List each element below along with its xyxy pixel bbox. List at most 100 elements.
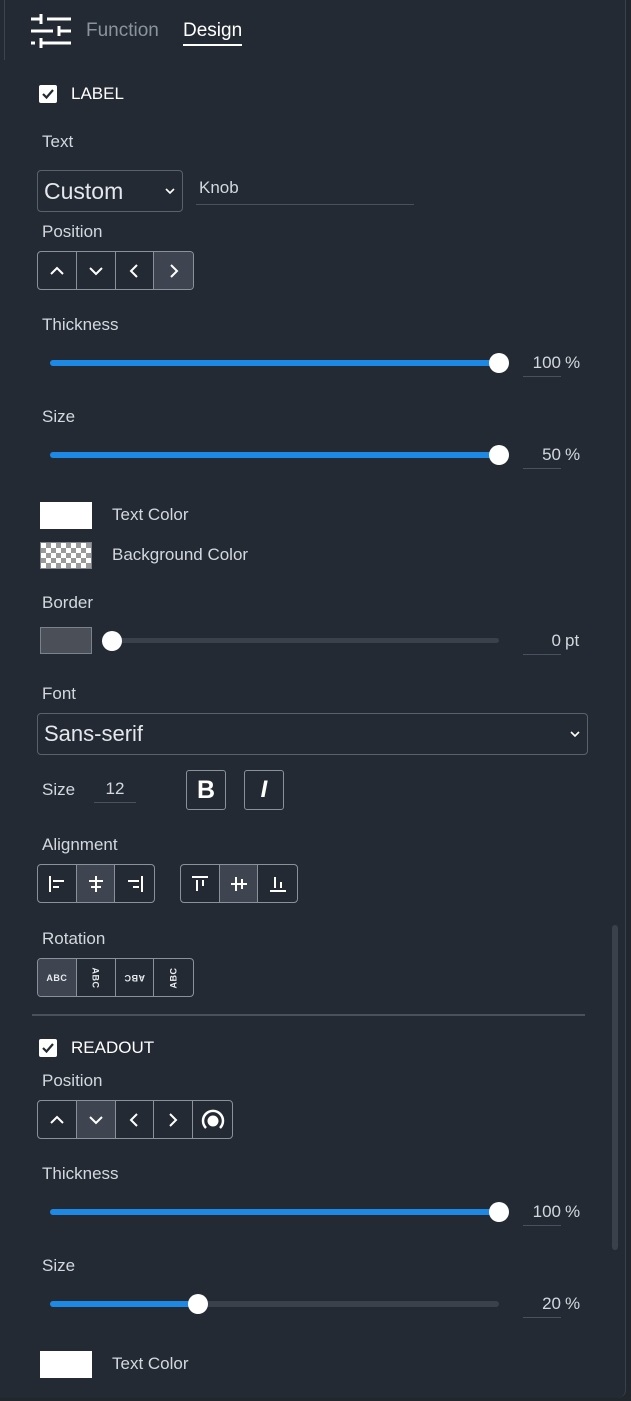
position-down-button[interactable]: [77, 252, 116, 289]
align-right-button[interactable]: [115, 865, 154, 902]
font-size-label: Size: [42, 780, 76, 799]
slider-fill: [50, 360, 499, 366]
chevron-up-icon: [50, 1115, 64, 1124]
rotation-180-text: ABC: [123, 972, 145, 983]
text-label: Text: [42, 132, 74, 151]
readout-position-center-button[interactable]: [193, 1101, 232, 1138]
label-position-group: [37, 251, 194, 290]
readout-position-group: [37, 1100, 233, 1139]
thickness-label: Thickness: [42, 315, 119, 334]
align-center-button[interactable]: [76, 865, 116, 902]
rotation-270-button[interactable]: ABC: [154, 959, 193, 996]
italic-button[interactable]: I: [244, 770, 284, 810]
label-thickness-slider[interactable]: [50, 353, 509, 373]
rotation-group: ABC ABC ABC ABC: [37, 958, 194, 997]
sliders-icon: [31, 13, 71, 49]
position-up-button[interactable]: [38, 252, 77, 289]
chevron-down-icon: [88, 266, 103, 275]
text-mode-value: Custom: [44, 177, 124, 204]
slider-thumb[interactable]: [489, 353, 509, 373]
align-right-icon: [127, 875, 143, 892]
percent-unit: %: [565, 445, 581, 464]
font-select[interactable]: Sans-serif: [37, 713, 588, 755]
slider-fill: [50, 1209, 499, 1215]
font-label: Font: [42, 684, 77, 703]
font-value: Sans-serif: [44, 721, 144, 746]
readout-section-title: READOUT: [71, 1038, 155, 1057]
slider-thumb[interactable]: [489, 445, 509, 465]
design-panel: Function Design LABEL Text Custom Knob P…: [0, 0, 626, 1398]
text-color-label: Text Color: [112, 505, 189, 524]
readout-size-slider[interactable]: [50, 1294, 499, 1314]
chevron-down-icon: [570, 731, 580, 738]
rotation-label: Rotation: [42, 929, 106, 948]
section-divider: [32, 1014, 585, 1016]
rotation-180-button[interactable]: ABC: [116, 959, 155, 996]
readout-position-label: Position: [42, 1071, 103, 1090]
slider-fill: [50, 1301, 199, 1307]
rotation-90-button[interactable]: ABC: [77, 959, 116, 996]
panel-left-divider: [4, 0, 5, 60]
chevron-down-icon: [165, 188, 175, 195]
percent-unit: %: [565, 353, 581, 372]
align-middle-button[interactable]: [219, 865, 259, 902]
slider-fill: [50, 452, 499, 458]
position-right-button[interactable]: [154, 252, 193, 289]
align-middle-icon: [230, 876, 247, 891]
check-icon: [42, 1043, 54, 1054]
align-bottom-icon: [269, 876, 286, 892]
readout-text-color-swatch[interactable]: [40, 1351, 92, 1378]
rotation-270-text: ABC: [168, 967, 179, 988]
percent-unit: %: [565, 1202, 581, 1221]
rotation-0-button[interactable]: ABC: [38, 959, 77, 996]
horizontal-alignment-group: [37, 864, 155, 903]
label-checkbox[interactable]: [39, 85, 57, 103]
align-bottom-button[interactable]: [258, 865, 297, 902]
chevron-up-icon: [50, 266, 64, 275]
readout-position-down-button[interactable]: [76, 1101, 116, 1138]
border-width-slider[interactable]: [102, 631, 499, 651]
chevron-left-icon: [129, 263, 139, 278]
slider-thumb[interactable]: [188, 1294, 209, 1314]
text-color-swatch[interactable]: [40, 502, 92, 529]
knob-center-icon: [201, 1109, 224, 1129]
chevron-down-icon: [88, 1115, 103, 1124]
rotation-90-text: ABC: [90, 967, 101, 988]
size-value[interactable]: 50: [523, 445, 561, 469]
label-size-slider[interactable]: [50, 445, 509, 465]
readout-thickness-value[interactable]: 100: [523, 1202, 561, 1226]
align-top-button[interactable]: [181, 865, 220, 902]
readout-position-up-button[interactable]: [38, 1101, 77, 1138]
border-value[interactable]: 0: [523, 631, 561, 655]
readout-position-right-button[interactable]: [154, 1101, 194, 1138]
font-size-input[interactable]: 12: [94, 779, 136, 803]
align-left-button[interactable]: [38, 865, 77, 902]
tab-design[interactable]: Design: [183, 20, 243, 46]
chevron-left-icon: [130, 1112, 139, 1127]
border-label: Border: [42, 593, 94, 612]
readout-thickness-label: Thickness: [42, 1164, 119, 1183]
readout-size-value[interactable]: 20: [523, 1294, 561, 1318]
size-label: Size: [42, 407, 76, 426]
readout-text-color-label: Text Color: [112, 1354, 189, 1373]
chevron-right-icon: [169, 1112, 178, 1127]
readout-thickness-slider[interactable]: [50, 1202, 509, 1222]
align-center-icon: [88, 875, 103, 892]
slider-thumb[interactable]: [489, 1202, 509, 1222]
slider-thumb[interactable]: [102, 631, 122, 651]
align-left-icon: [48, 875, 64, 892]
text-mode-select[interactable]: Custom: [37, 170, 183, 212]
label-section-title: LABEL: [71, 84, 124, 103]
position-left-button[interactable]: [116, 252, 155, 289]
bold-button[interactable]: B: [186, 770, 226, 810]
background-color-label: Background Color: [112, 545, 249, 564]
background-color-swatch[interactable]: [40, 542, 92, 569]
border-color-swatch[interactable]: [40, 627, 92, 654]
vertical-scrollbar[interactable]: [612, 925, 618, 1250]
tab-function[interactable]: Function: [86, 20, 159, 42]
percent-unit: %: [565, 1294, 581, 1313]
readout-position-left-button[interactable]: [116, 1101, 155, 1138]
label-text-input[interactable]: Knob: [196, 178, 414, 205]
readout-checkbox[interactable]: [39, 1039, 57, 1057]
thickness-value[interactable]: 100: [523, 353, 561, 377]
